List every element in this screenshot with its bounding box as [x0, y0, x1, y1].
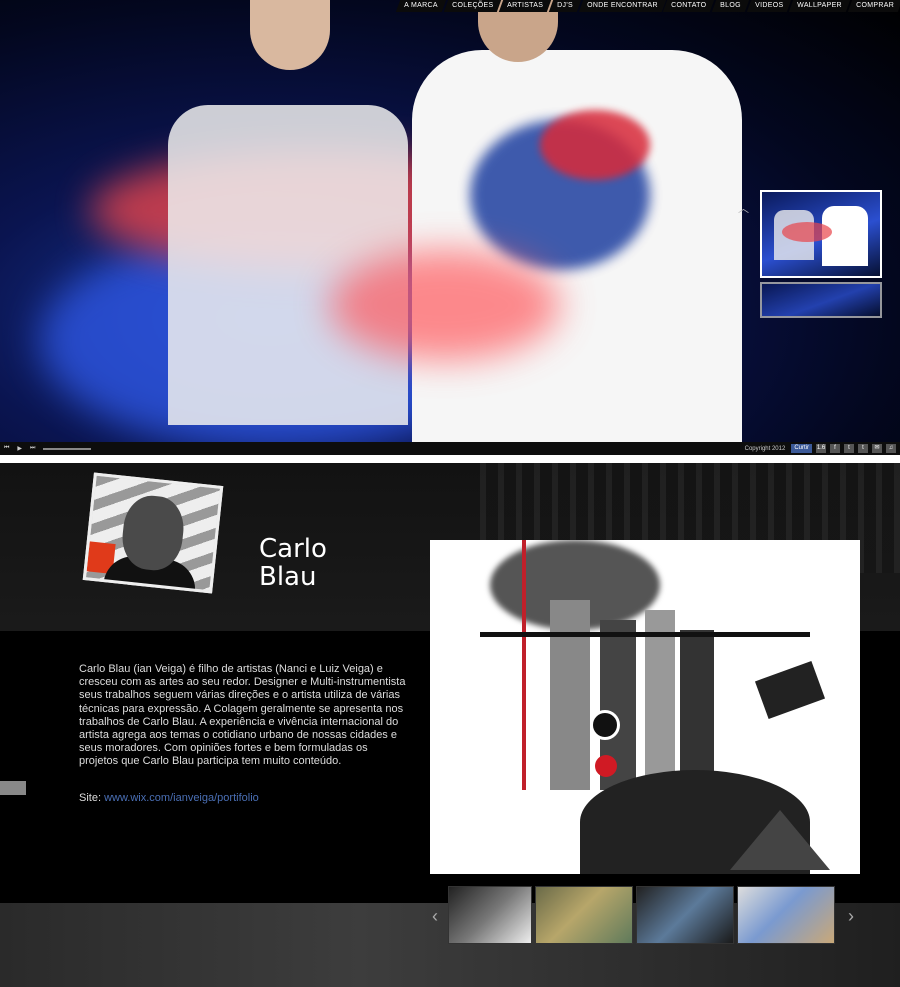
side-marker: [0, 781, 26, 795]
slide-thumbnail[interactable]: [760, 282, 882, 318]
chevron-up-icon[interactable]: ︿: [738, 200, 749, 216]
gallery-prev-arrow[interactable]: ‹: [432, 906, 438, 927]
nav-djs[interactable]: DJ'S: [548, 0, 581, 12]
artwork-buildings: [645, 610, 675, 790]
section-divider: [0, 455, 900, 463]
nav-label: COLEÇÕES: [451, 2, 494, 9]
nav-label: BLOG: [720, 2, 742, 9]
gallery-thumbnails: [448, 886, 835, 944]
nav-label: ARTISTAS: [507, 2, 544, 9]
slide-thumbnail[interactable]: [760, 190, 882, 278]
prev-button[interactable]: ⏮: [0, 445, 13, 452]
nav-label: ONDE ENCONTRAR: [586, 2, 658, 9]
nav-label: COMPRAR: [856, 2, 895, 9]
shirt-print-red: [540, 110, 650, 180]
page: A MARCA COLEÇÕES ARTISTAS DJ'S ONDE ENCO…: [0, 0, 900, 987]
artist-site: Site: www.wix.com/ianveiga/portifolio: [79, 792, 259, 804]
artist-section: Carlo Blau Carlo Blau (ian Veiga) é filh…: [0, 463, 900, 987]
smoke-overlay: [330, 250, 560, 360]
site-link[interactable]: www.wix.com/ianveiga/portifolio: [104, 792, 259, 804]
nav-blog[interactable]: BLOG: [712, 0, 750, 12]
nav-artistas[interactable]: ARTISTAS: [498, 0, 552, 12]
nav-videos[interactable]: VIDEOS: [746, 0, 792, 12]
copyright-text: Copyright 2012: [744, 445, 786, 452]
artist-portrait: [82, 472, 224, 594]
gallery-thumbnail[interactable]: [448, 886, 532, 944]
play-button[interactable]: ▶: [13, 445, 26, 452]
main-nav: A MARCA COLEÇÕES ARTISTAS DJ'S ONDE ENCO…: [395, 0, 900, 12]
artwork-buildings: [680, 630, 714, 790]
artwork-image[interactable]: [430, 540, 860, 874]
artwork-bar: [480, 632, 810, 637]
nav-label: WALLPAPER: [797, 2, 843, 9]
tumblr-icon[interactable]: t: [858, 444, 868, 453]
nav-onde-encontrar[interactable]: ONDE ENCONTRAR: [578, 0, 666, 12]
player-bar: ⏮ ▶ ⏭ Copyright 2012 Curtir 1.6 f t t ✉ …: [0, 442, 900, 455]
nav-a-marca[interactable]: A MARCA: [395, 0, 446, 12]
model-female-head: [250, 0, 330, 70]
nav-wallpaper[interactable]: WALLPAPER: [789, 0, 851, 12]
nav-label: A MARCA: [404, 2, 438, 9]
progress-bar[interactable]: [43, 447, 92, 450]
site-label: Site:: [79, 792, 102, 804]
artist-bio: Carlo Blau (ian Veiga) é filho de artist…: [79, 663, 406, 768]
facebook-icon[interactable]: f: [830, 444, 840, 453]
slide-thumbnails: [760, 190, 882, 322]
artwork-red-line: [522, 540, 526, 790]
artwork-right-element: [754, 660, 826, 720]
artwork-buildings: [550, 600, 590, 790]
artwork-ball: [590, 710, 620, 740]
like-label: Curtir: [794, 445, 809, 451]
nav-colecoes[interactable]: COLEÇÕES: [443, 0, 502, 12]
nav-label: DJ'S: [557, 2, 573, 9]
nav-label: VIDEOS: [755, 2, 784, 9]
mail-icon[interactable]: ✉: [872, 444, 882, 453]
next-button[interactable]: ⏭: [26, 445, 39, 452]
gallery-next-arrow[interactable]: ›: [848, 906, 854, 927]
hero-slideshow: A MARCA COLEÇÕES ARTISTAS DJ'S ONDE ENCO…: [0, 0, 900, 455]
artwork-bottom-triangle: [730, 810, 830, 870]
gallery-thumbnail[interactable]: [636, 886, 734, 944]
nav-comprar[interactable]: COMPRAR: [847, 0, 900, 12]
artwork-red-circle: [595, 755, 617, 777]
gallery-thumbnail[interactable]: [737, 886, 835, 944]
artist-name: Carlo Blau: [259, 534, 327, 592]
music-icon[interactable]: ♫: [886, 444, 896, 453]
facebook-like-button[interactable]: Curtir: [791, 444, 812, 453]
nav-label: CONTATO: [671, 2, 707, 9]
like-count: 1.6: [816, 444, 826, 453]
nav-contato[interactable]: CONTATO: [663, 0, 715, 12]
twitter-icon[interactable]: t: [844, 444, 854, 453]
gallery-thumbnail[interactable]: [535, 886, 633, 944]
